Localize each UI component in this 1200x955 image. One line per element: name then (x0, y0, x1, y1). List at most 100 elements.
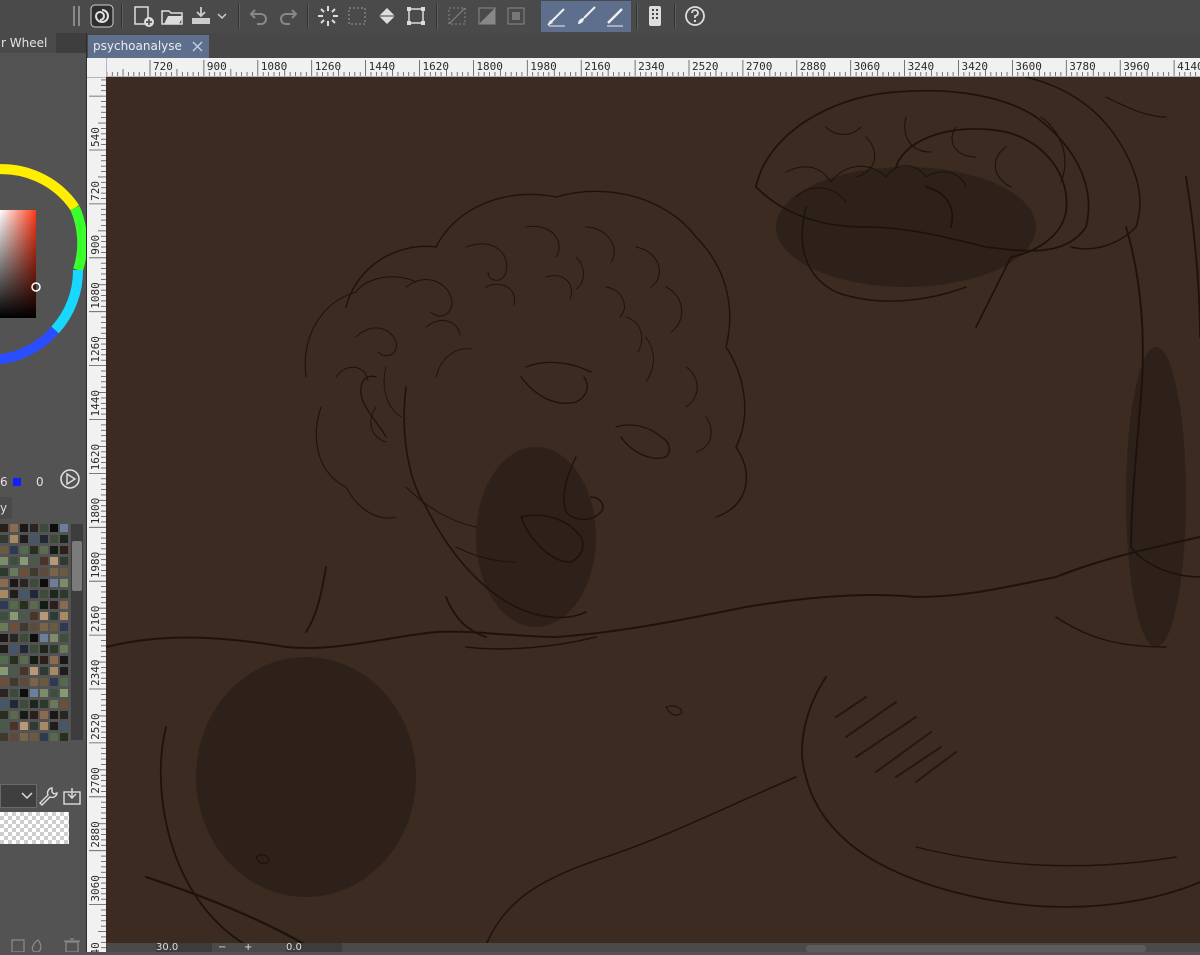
palette-swatch[interactable] (40, 700, 48, 708)
palette-swatch[interactable] (0, 678, 8, 686)
palette-swatch[interactable] (20, 656, 28, 664)
palette-swatch[interactable] (0, 667, 8, 675)
palette-swatch[interactable] (30, 612, 38, 620)
folder-icon[interactable] (159, 3, 185, 29)
palette-swatch[interactable] (50, 579, 58, 587)
brush-icon[interactable] (573, 3, 599, 29)
palette-swatch[interactable] (30, 678, 38, 686)
palette-swatch[interactable] (10, 590, 18, 598)
palette-swatch[interactable] (50, 634, 58, 642)
palette-swatch[interactable] (40, 733, 48, 741)
palette-swatch[interactable] (40, 568, 48, 576)
palette-swatch[interactable] (40, 656, 48, 664)
help-icon[interactable] (682, 3, 708, 29)
palette-swatch[interactable] (10, 678, 18, 686)
palette-swatch[interactable] (20, 623, 28, 631)
palette-swatch[interactable] (60, 689, 68, 697)
color-palette[interactable] (0, 522, 70, 741)
palette-swatch[interactable] (20, 579, 28, 587)
new-file-icon[interactable] (130, 3, 156, 29)
palette-swatch[interactable] (50, 590, 58, 598)
palette-swatch[interactable] (40, 711, 48, 719)
chevron-down-icon[interactable] (214, 3, 230, 29)
palette-swatch[interactable] (40, 590, 48, 598)
pen-icon[interactable] (544, 3, 570, 29)
palette-swatch[interactable] (10, 634, 18, 642)
palette-swatch[interactable] (0, 590, 8, 598)
palette-swatch[interactable] (20, 645, 28, 653)
palette-swatch[interactable] (50, 524, 58, 532)
fill-bucket-icon[interactable] (374, 3, 400, 29)
palette-swatch[interactable] (10, 524, 18, 532)
palette-swatch[interactable] (50, 645, 58, 653)
palette-swatch[interactable] (30, 656, 38, 664)
palette-swatch[interactable] (0, 656, 8, 664)
palette-swatch[interactable] (50, 612, 58, 620)
layer-thumbnail[interactable] (0, 812, 69, 844)
palette-swatch[interactable] (60, 667, 68, 675)
palette-swatch[interactable] (0, 568, 8, 576)
palette-swatch[interactable] (40, 722, 48, 730)
palette-swatch[interactable] (60, 711, 68, 719)
palette-swatch[interactable] (20, 601, 28, 609)
color-wheel[interactable] (0, 150, 86, 380)
palette-swatch[interactable] (30, 667, 38, 675)
palette-swatch[interactable] (10, 546, 18, 554)
palette-swatch[interactable] (40, 535, 48, 543)
palette-swatch[interactable] (0, 612, 8, 620)
palette-swatch[interactable] (30, 557, 38, 565)
palette-swatch[interactable] (10, 722, 18, 730)
color-wheel-tab[interactable]: r Wheel (0, 33, 57, 53)
palette-swatch[interactable] (30, 524, 38, 532)
crop-icon[interactable] (503, 3, 529, 29)
palette-swatch[interactable] (10, 535, 18, 543)
palette-swatch[interactable] (10, 645, 18, 653)
palette-swatch[interactable] (20, 722, 28, 730)
palette-swatch[interactable] (10, 700, 18, 708)
palette-swatch[interactable] (0, 645, 8, 653)
zoom-field[interactable]: 30.0 (156, 943, 212, 952)
document-tab[interactable]: psychoanalyse (88, 35, 209, 58)
blend-mode-select[interactable] (0, 784, 37, 808)
palette-swatch[interactable] (10, 568, 18, 576)
palette-swatch[interactable] (0, 623, 8, 631)
palette-swatch[interactable] (40, 579, 48, 587)
palette-swatch[interactable] (50, 722, 58, 730)
palette-swatch[interactable] (50, 689, 58, 697)
palette-swatch[interactable] (50, 700, 58, 708)
palette-swatch[interactable] (20, 678, 28, 686)
palette-swatch[interactable] (50, 601, 58, 609)
redo-icon[interactable] (275, 3, 301, 29)
invert-icon[interactable] (474, 3, 500, 29)
palette-swatch[interactable] (10, 733, 18, 741)
palette-swatch[interactable] (60, 579, 68, 587)
palette-swatch[interactable] (50, 711, 58, 719)
palette-swatch[interactable] (50, 667, 58, 675)
palette-swatch[interactable] (50, 623, 58, 631)
palette-swatch[interactable] (40, 689, 48, 697)
palette-swatch[interactable] (60, 524, 68, 532)
palette-swatch[interactable] (60, 535, 68, 543)
palette-swatch[interactable] (60, 612, 68, 620)
palette-swatch[interactable] (50, 568, 58, 576)
palette-swatch[interactable] (20, 524, 28, 532)
palette-swatch[interactable] (30, 568, 38, 576)
play-circle-icon[interactable] (59, 468, 81, 493)
zoom-in-icon[interactable]: + (244, 943, 254, 953)
palette-swatch[interactable] (60, 546, 68, 554)
palette-swatch[interactable] (60, 733, 68, 741)
wrench-icon[interactable] (38, 786, 58, 809)
palette-swatch[interactable] (60, 568, 68, 576)
palette-swatch[interactable] (40, 546, 48, 554)
palette-swatch[interactable] (20, 711, 28, 719)
palette-swatch[interactable] (50, 535, 58, 543)
palette-swatch[interactable] (50, 678, 58, 686)
palette-swatch[interactable] (30, 645, 38, 653)
palette-tab[interactable]: y (0, 497, 12, 519)
spinner-icon[interactable] (315, 3, 341, 29)
palette-swatch[interactable] (50, 546, 58, 554)
app-logo-icon[interactable] (89, 3, 115, 29)
save-tray-icon[interactable] (188, 3, 214, 29)
palette-swatch[interactable] (40, 524, 48, 532)
palette-swatch[interactable] (20, 535, 28, 543)
